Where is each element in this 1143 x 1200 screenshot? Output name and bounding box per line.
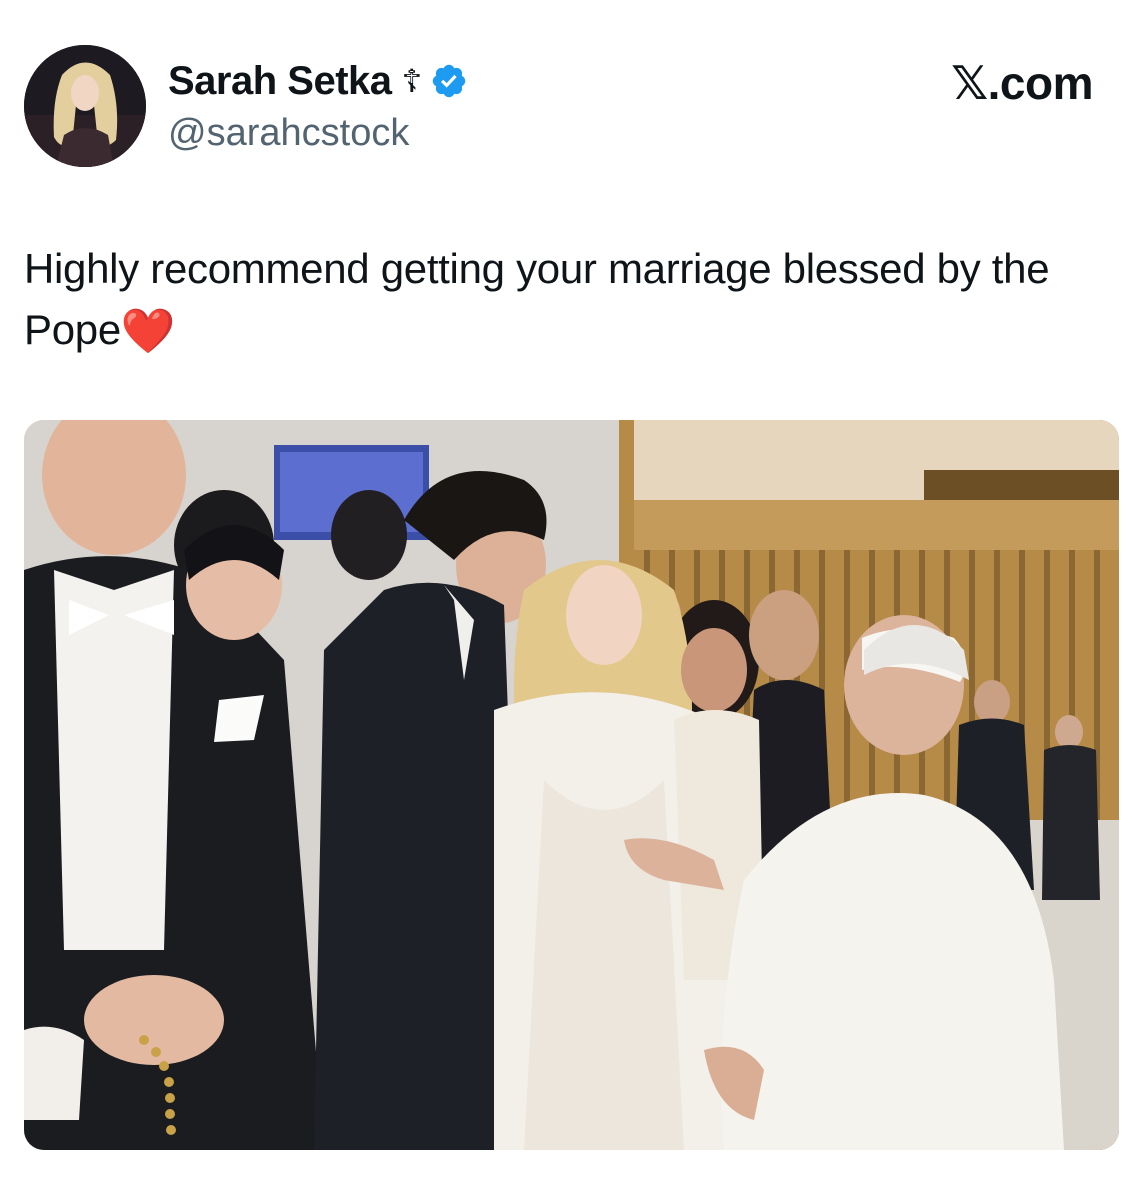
x-logo-domain: .com	[987, 57, 1094, 109]
tweet-text: Highly recommend getting your marriage b…	[24, 238, 1119, 362]
photo-wedding-blessing	[24, 420, 1119, 1150]
verified-badge-icon	[430, 62, 468, 100]
orthodox-cross-icon: ☦	[401, 63, 423, 99]
red-heart-emoji-icon: ❤️	[120, 306, 176, 357]
author-name[interactable]: Sarah Setka ☦	[168, 58, 468, 104]
tweet-card: Sarah Setka ☦ @sarahcstock 𝕏.com Highly …	[0, 0, 1143, 1200]
author-avatar[interactable]	[24, 45, 146, 167]
avatar-image	[24, 45, 146, 167]
x-logo: 𝕏.com	[951, 58, 1093, 108]
author-handle[interactable]: @sarahcstock	[168, 110, 409, 156]
tweet-text-body: Highly recommend getting your marriage b…	[24, 245, 1050, 353]
author-name-text[interactable]: Sarah Setka	[168, 58, 392, 104]
x-logo-icon: 𝕏	[951, 56, 988, 110]
tweet-photo[interactable]	[24, 420, 1119, 1150]
